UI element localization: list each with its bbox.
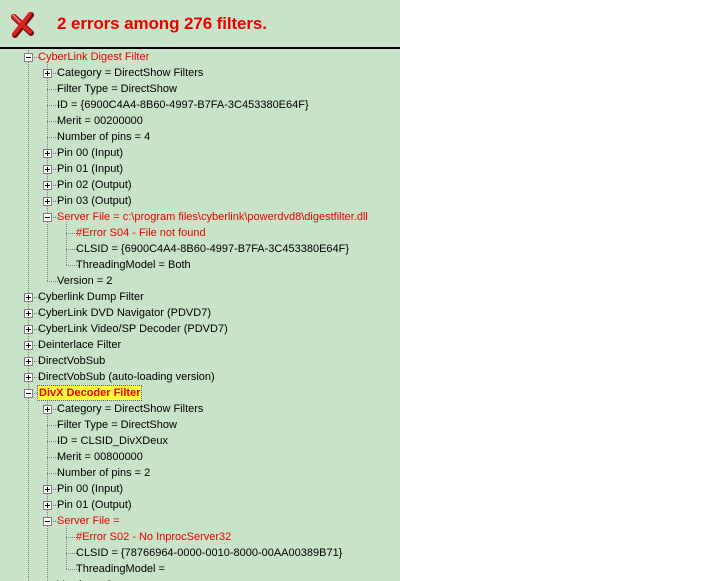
tree-node-label[interactable]: ID = {6900C4A4-8B60-4997-B7FA-3C453380E6… [57,97,309,113]
tree-node-label[interactable]: Filter Type = DirectShow [57,417,177,433]
tree-node-label[interactable]: Pin 01 (Input) [57,161,123,177]
collapse-icon[interactable] [24,389,33,398]
expand-icon[interactable] [24,309,33,318]
expand-icon[interactable] [24,293,33,302]
tree-node-label[interactable]: Pin 00 (Input) [57,145,123,161]
tree-node-label[interactable]: CyberLink Digest Filter [38,49,149,65]
collapse-icon[interactable] [43,213,52,222]
tree-node-label[interactable]: CyberLink Video/SP Decoder (PDVD7) [38,321,228,337]
tree-node-label[interactable]: CLSID = {78766964-0000-0010-8000-00AA003… [76,545,342,561]
expand-icon[interactable] [43,501,52,510]
expand-icon[interactable] [24,373,33,382]
collapse-icon[interactable] [24,53,33,62]
tree-node-label[interactable]: Pin 02 (Output) [57,177,132,193]
tree-node-label[interactable]: DirectVobSub [38,353,105,369]
tree-connector [66,526,67,569]
tree-node-label[interactable]: Category = DirectShow Filters [57,401,203,417]
expand-icon[interactable] [43,165,52,174]
tree-node-label[interactable]: Pin 00 (Input) [57,481,123,497]
tree-node-label[interactable]: Version = 2 [57,577,112,581]
expand-icon[interactable] [24,357,33,366]
expand-icon[interactable] [24,325,33,334]
tree-node-label[interactable]: DivX Decoder Filter [36,385,143,401]
tree-node-label[interactable]: ID = CLSID_DivXDeux [57,433,168,449]
tree-node-label[interactable]: Filter Type = DirectShow [57,81,177,97]
tree-node-label[interactable]: Server File = [57,513,120,529]
expand-icon[interactable] [24,341,33,350]
tree-node-label[interactable]: Number of pins = 4 [57,129,150,145]
tree-node-label[interactable]: Pin 01 (Output) [57,497,132,513]
tree-node-label[interactable]: CLSID = {6900C4A4-8B60-4997-B7FA-3C45338… [76,241,349,257]
expand-icon[interactable] [43,69,52,78]
expand-icon[interactable] [43,149,52,158]
tree-node-label[interactable]: ThreadingModel = [76,561,165,577]
tree-node-label[interactable]: ThreadingModel = Both [76,257,191,273]
tree-node-label[interactable]: Version = 2 [57,273,112,289]
tree-node-label[interactable]: Merit = 00800000 [57,449,143,465]
expand-icon[interactable] [43,197,52,206]
report-panel: CyberLink Digest Filter Category = Direct… [0,0,400,581]
summary-header: 2 errors among 276 filters. [0,0,400,49]
tree-node-label[interactable]: Pin 03 (Output) [57,193,132,209]
filter-tree[interactable]: CyberLink Digest Filter Category = Direct… [0,0,400,581]
tree-node-label[interactable]: Merit = 00200000 [57,113,143,129]
tree-node-label[interactable]: Number of pins = 2 [57,465,150,481]
tree-node-label[interactable]: Category = DirectShow Filters [57,65,203,81]
tree-node-label[interactable]: #Error S02 - No InprocServer32 [76,529,231,545]
tree-node-label[interactable]: DirectVobSub (auto-loading version) [38,369,215,385]
expand-icon[interactable] [43,485,52,494]
error-x-icon [11,12,34,38]
tree-connector [66,222,67,265]
tree-node-label[interactable]: Server File = c:\program files\cyberlink… [57,209,368,225]
expand-icon[interactable] [43,181,52,190]
tree-node-label[interactable]: CyberLink DVD Navigator (PDVD7) [38,305,211,321]
expand-icon[interactable] [43,405,52,414]
tree-node-label[interactable]: Deinterlace Filter [38,337,121,353]
summary-title: 2 errors among 276 filters. [57,14,267,33]
tree-node-label[interactable]: Cyberlink Dump Filter [38,289,144,305]
tree-node-label[interactable]: #Error S04 - File not found [76,225,206,241]
collapse-icon[interactable] [43,517,52,526]
